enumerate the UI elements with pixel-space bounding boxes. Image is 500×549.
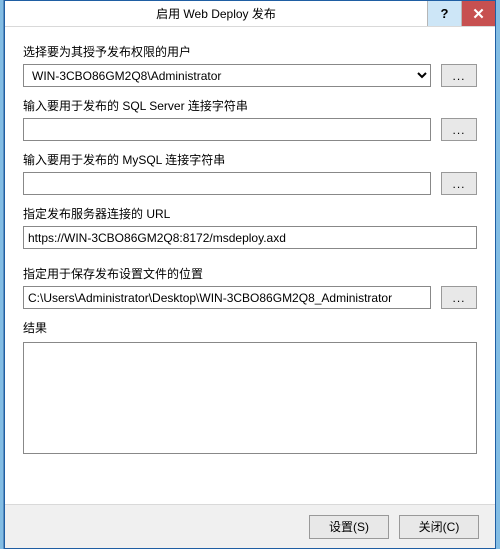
mysql-browse-button[interactable]: ... [441, 172, 477, 195]
dialog-window: 启用 Web Deploy 发布 ? ✕ 选择要为其授予发布权限的用户 WIN-… [4, 0, 496, 549]
sql-label: 输入要用于发布的 SQL Server 连接字符串 [23, 97, 477, 114]
setup-button[interactable]: 设置(S) [309, 515, 389, 539]
results-box[interactable] [23, 342, 477, 454]
url-input[interactable] [23, 226, 477, 249]
url-label: 指定发布服务器连接的 URL [23, 205, 477, 222]
close-button[interactable]: ✕ [461, 1, 495, 26]
savepath-input[interactable] [23, 286, 431, 309]
user-browse-button[interactable]: ... [441, 64, 477, 87]
window-title: 启用 Web Deploy 发布 [5, 1, 427, 26]
help-button[interactable]: ? [427, 1, 461, 26]
titlebar-buttons: ? ✕ [427, 1, 495, 26]
savepath-browse-button[interactable]: ... [441, 286, 477, 309]
mysql-input[interactable] [23, 172, 431, 195]
results-label: 结果 [23, 319, 477, 336]
titlebar: 启用 Web Deploy 发布 ? ✕ [5, 1, 495, 27]
mysql-label: 输入要用于发布的 MySQL 连接字符串 [23, 151, 477, 168]
dialog-footer: 设置(S) 关闭(C) [5, 504, 495, 548]
sql-browse-button[interactable]: ... [441, 118, 477, 141]
user-select[interactable]: WIN-3CBO86GM2Q8\Administrator [23, 64, 431, 87]
close-dialog-button[interactable]: 关闭(C) [399, 515, 479, 539]
savepath-label: 指定用于保存发布设置文件的位置 [23, 265, 477, 282]
client-area: 选择要为其授予发布权限的用户 WIN-3CBO86GM2Q8\Administr… [5, 27, 495, 471]
sql-input[interactable] [23, 118, 431, 141]
user-label: 选择要为其授予发布权限的用户 [23, 43, 477, 60]
